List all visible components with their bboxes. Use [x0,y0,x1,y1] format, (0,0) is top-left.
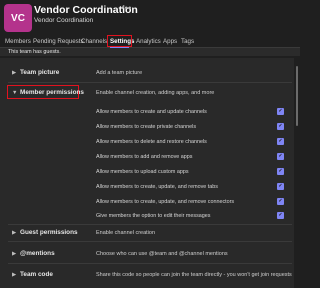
section-mentions-title[interactable]: @mentions [20,250,55,257]
divider [8,263,292,264]
permission-label: Allow members to create, update, and rem… [96,199,235,205]
permission-checkbox[interactable]: ✓ [277,212,284,219]
section-member-permissions-desc: Enable channel creation, adding apps, an… [96,90,215,96]
divider [8,224,292,225]
section-member-permissions-title[interactable]: Member permissions [20,89,84,96]
permission-checkbox[interactable]: ✓ [277,123,284,130]
permission-label: Allow members to upload custom apps [96,169,189,175]
permission-label: Allow members to add and remove apps [96,154,193,160]
permission-checkbox[interactable]: ✓ [277,138,284,145]
settings-tab-highlight [107,35,132,47]
permission-checkbox[interactable]: ✓ [277,183,284,190]
permission-checkbox[interactable]: ✓ [277,168,284,175]
chevron-right-icon[interactable]: ▶ [12,251,16,257]
team-subtitle: Vendor Coordination [34,17,94,24]
permission-checkbox[interactable]: ✓ [277,153,284,160]
divider [8,241,292,242]
permission-checkbox[interactable]: ✓ [277,198,284,205]
section-team-picture-desc: Add a team picture [96,70,143,76]
chevron-down-icon[interactable]: ▼ [12,90,17,96]
permission-label: Give members the option to edit their me… [96,213,211,219]
tab-apps[interactable]: Apps [163,38,177,45]
guest-notice: This team has guests. [8,49,61,55]
section-team-code-title[interactable]: Team code [20,271,53,278]
chevron-right-icon[interactable]: ▶ [12,230,16,236]
team-avatar: VC [4,4,32,32]
chevron-right-icon[interactable]: ▶ [12,272,16,278]
permission-label: Allow members to delete and restore chan… [96,139,207,145]
divider [8,82,292,83]
ellipsis-icon[interactable]: ••• [121,3,132,13]
permission-label: Allow members to create and update chann… [96,109,207,115]
tab-analytics[interactable]: Analytics [136,38,161,45]
tab-channels[interactable]: Channels [81,38,107,45]
team-header: VC Vendor Coordination ••• Vendor Coordi… [0,0,300,36]
section-guest-permissions-title[interactable]: Guest permissions [20,229,78,236]
section-team-code-desc: Share this code so people can join the t… [96,272,292,278]
tab-bar: Members Pending Requests Channels Settin… [0,36,300,48]
tab-members[interactable]: Members [5,38,31,45]
permission-checkbox[interactable]: ✓ [277,108,284,115]
permission-label: Allow members to create, update, and rem… [96,184,218,190]
tab-tags[interactable]: Tags [181,38,194,45]
scrollbar-thumb[interactable] [296,66,298,126]
section-guest-permissions-desc: Enable channel creation [96,230,156,236]
chevron-right-icon[interactable]: ▶ [12,70,16,76]
avatar-initials: VC [11,12,25,24]
permission-label: Allow members to create private channels [96,124,197,130]
tab-pending-requests[interactable]: Pending Requests [33,38,84,45]
section-team-picture-title[interactable]: Team picture [20,69,59,76]
section-mentions-desc: Choose who can use @team and @channel me… [96,251,228,257]
